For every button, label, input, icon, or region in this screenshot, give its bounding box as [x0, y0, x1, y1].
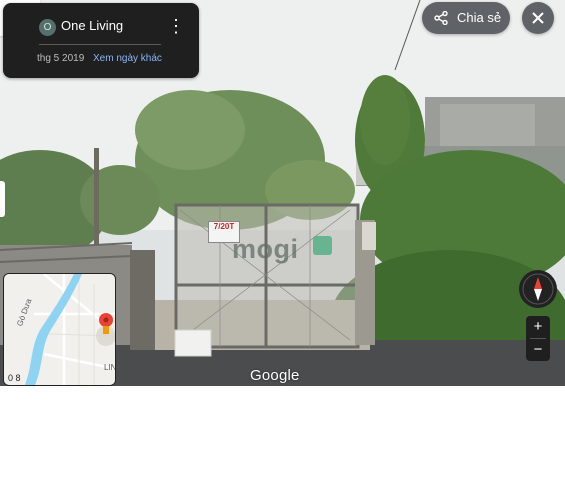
other-dates-link[interactable]: Xem ngày khác [93, 53, 162, 64]
share-icon [434, 11, 448, 25]
capture-date: thg 5 2019 [37, 53, 85, 64]
compass-button[interactable] [519, 270, 557, 308]
place-title: One Living [61, 18, 124, 33]
google-logo: Google [250, 367, 300, 384]
minimap-label-right: LIN [104, 363, 116, 372]
minimap-scale: 0 8 [8, 373, 21, 383]
zoom-controls: + − [526, 316, 550, 361]
close-button[interactable] [522, 2, 554, 34]
watermark-mark [313, 236, 332, 255]
share-button[interactable]: Chia sẻ [422, 2, 510, 34]
place-avatar: O [39, 19, 56, 36]
minimap-map [4, 274, 115, 385]
more-vertical-icon[interactable]: ⋮ [165, 13, 187, 39]
zoom-in-button[interactable]: + [526, 316, 550, 338]
zoom-out-button[interactable]: − [526, 339, 550, 361]
close-icon [532, 12, 544, 24]
watermark: mogi [232, 234, 299, 264]
street-view-viewer[interactable]: 7/20T mogi ê ▼ O One Living ⋮ thg 5 2019… [0, 0, 565, 386]
share-label: Chia sẻ [457, 10, 502, 25]
compass-icon [522, 273, 554, 305]
location-info-card: O One Living ⋮ thg 5 2019 Xem ngày khác [3, 3, 199, 78]
card-divider [39, 44, 161, 45]
minimap[interactable]: Gò Dưa LIN 0 8 [3, 273, 116, 386]
side-panel-toggle[interactable] [0, 181, 5, 217]
